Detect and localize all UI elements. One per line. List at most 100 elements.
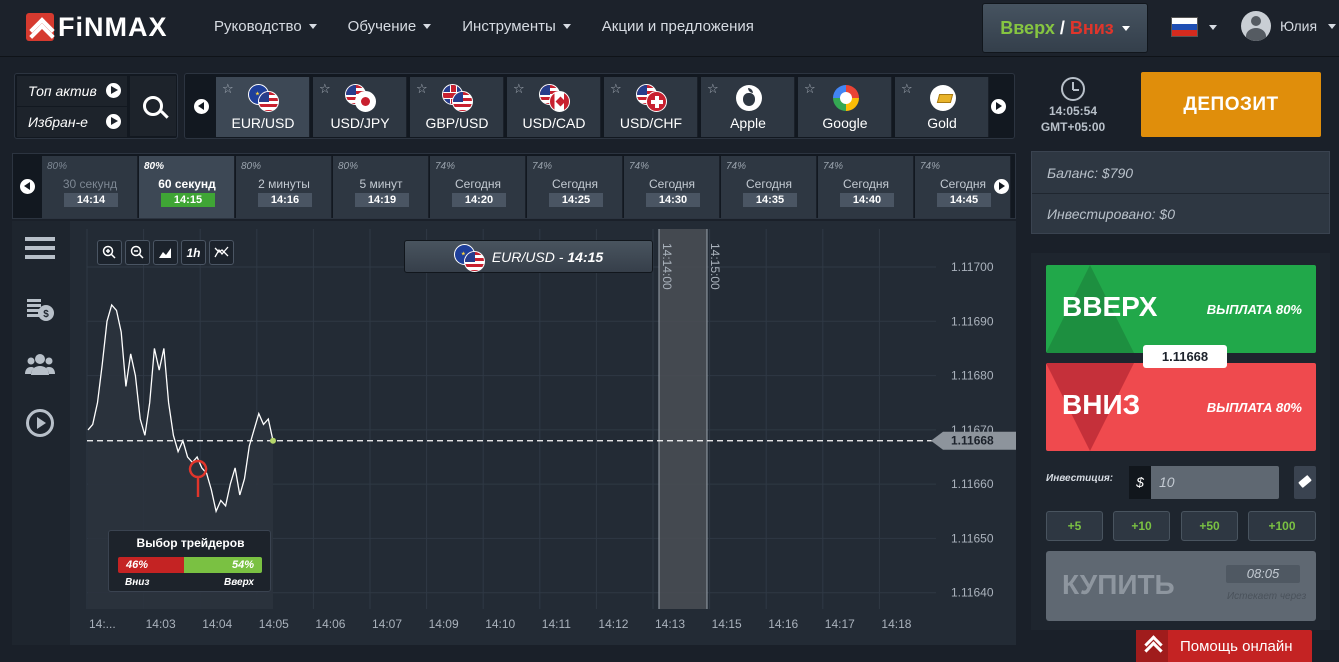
increment-5-button[interactable]: +5 [1046, 511, 1103, 541]
menu-icon[interactable] [25, 237, 55, 267]
down-payout: ВЫПЛАТА 80% [1206, 400, 1302, 415]
nav-item-guide[interactable]: Руководство [214, 18, 317, 35]
investment-value[interactable]: 10 [1159, 474, 1175, 490]
price-chart[interactable]: 14:... 14:03 14:04 14:05 14:06 14:07 14:09 14:1… [70, 221, 1016, 645]
expiry-time: 14:35 [743, 193, 797, 207]
increment-50-button[interactable]: +50 [1181, 511, 1238, 541]
asset-name: USD/CAD [522, 115, 586, 131]
down-label: ВНИЗ [1062, 389, 1141, 420]
timeframe-button[interactable]: 1h [181, 240, 206, 265]
user-menu[interactable]: Юлия [1241, 11, 1337, 41]
expiry-time: 14:16 [258, 193, 312, 207]
expiry-label: Сегодня [455, 177, 501, 191]
expiry-option[interactable]: 80% 5 минут 14:19 [333, 156, 429, 218]
coins-icon[interactable]: $ [25, 293, 55, 323]
put-down-button[interactable]: ВНИЗ ВЫПЛАТА 80% [1046, 363, 1316, 451]
arrow-right-icon [990, 98, 1006, 114]
star-icon[interactable]: ☆ [610, 81, 622, 97]
arrow-left-icon [19, 178, 35, 194]
eu-us-flags-icon [453, 243, 486, 272]
chart-asset-selector[interactable]: EUR/USD -14:15 [404, 240, 653, 273]
star-icon[interactable]: ☆ [707, 81, 719, 97]
star-icon[interactable]: ☆ [901, 81, 913, 97]
users-icon[interactable] [25, 350, 55, 380]
expiry-option[interactable]: 80% 30 секунд 14:14 [42, 156, 138, 218]
asset-card-usdcad[interactable]: ☆ USD/CAD [507, 77, 601, 137]
buy-button[interactable]: КУПИТЬ 08:05 Истекает через [1046, 551, 1316, 621]
nav-item-education[interactable]: Обучение [348, 18, 432, 35]
x-tick-label: 14:17 [825, 617, 855, 631]
expiry-payout: 74% [435, 161, 456, 172]
search-icon [143, 96, 163, 116]
star-icon[interactable]: ☆ [416, 81, 428, 97]
top-assets-tab[interactable]: Топ актив [17, 76, 127, 106]
expiry-next-button[interactable] [987, 156, 1015, 216]
eu-us-flags-icon [248, 84, 280, 112]
asset-card-apple[interactable]: ☆ Apple [701, 77, 795, 137]
asset-card-usdchf[interactable]: ☆ USD/CHF [604, 77, 698, 137]
assets-prev-button[interactable] [187, 76, 215, 136]
online-help-button[interactable]: Помощь онлайн [1136, 630, 1312, 662]
asset-name: USD/CHF [619, 115, 683, 131]
asset-card-google[interactable]: ☆ Google [798, 77, 892, 137]
star-icon[interactable]: ☆ [513, 81, 525, 97]
expiry-payout: 80% [338, 161, 359, 172]
call-up-button[interactable]: ВВЕРХ ВЫПЛАТА 80% [1046, 265, 1316, 353]
expiry-option[interactable]: 80% 60 секунд 14:15 [139, 156, 235, 218]
star-icon[interactable]: ☆ [804, 81, 816, 97]
nav-item-promotions[interactable]: Акции и предложения [602, 18, 754, 35]
expiry-option[interactable]: 74% Сегодня 14:35 [721, 156, 817, 218]
brand-logo[interactable]: FiNMAX [26, 12, 168, 42]
expiry-prev-button[interactable] [13, 156, 41, 216]
current-price-label: 1.11668 [951, 434, 994, 448]
zoom-in-button[interactable] [97, 240, 122, 265]
asset-card-usdjpy[interactable]: ☆ USD/JPY [313, 77, 407, 137]
increment-100-button[interactable]: +100 [1248, 511, 1316, 541]
trade-panel: ВВЕРХ ВЫПЛАТА 80% ВНИЗ ВЫПЛАТА 80% 1.116… [1031, 253, 1330, 630]
y-tick-label: 1.11680 [951, 369, 994, 383]
chart-type-button[interactable] [153, 240, 178, 265]
x-tick-label: 14:13 [655, 617, 685, 631]
clear-investment-button[interactable] [1294, 466, 1316, 499]
assets-next-button[interactable] [984, 76, 1012, 136]
expiry-option[interactable]: 74% Сегодня 14:25 [527, 156, 623, 218]
expiry-label: Сегодня [649, 177, 695, 191]
zoom-out-button[interactable] [125, 240, 150, 265]
investment-field[interactable]: $ 10 [1129, 466, 1279, 499]
indicators-button[interactable] [209, 240, 234, 265]
asset-name: GBP/USD [425, 115, 489, 131]
logo-icon [26, 13, 54, 41]
us-ch-flags-icon [636, 84, 668, 112]
expiry-time: 14:25 [549, 193, 603, 207]
favorites-tab[interactable]: Избран-е [17, 107, 127, 137]
sentiment-title: Выбор трейдеров [136, 536, 245, 550]
x-tick-label: 14:06 [315, 617, 345, 631]
invested-text: Инвестировано: $0 [1047, 206, 1175, 222]
nav-item-tools[interactable]: Инструменты [462, 18, 571, 35]
asset-search-button[interactable] [130, 76, 176, 136]
area-chart-icon [159, 248, 171, 258]
asset-card-gold[interactable]: ☆ Gold [895, 77, 989, 137]
increment-10-button[interactable]: +10 [1113, 511, 1170, 541]
star-icon[interactable]: ☆ [319, 81, 331, 97]
trade-mode-dropdown[interactable]: Вверх / Вниз [982, 3, 1148, 53]
deposit-button[interactable]: ДЕПОЗИТ [1141, 72, 1321, 137]
language-selector[interactable] [1171, 17, 1217, 37]
buy-label: КУПИТЬ [1062, 569, 1175, 600]
sentiment-down-label: Вниз [125, 577, 150, 588]
expiry-option[interactable]: 80% 2 минуты 14:16 [236, 156, 332, 218]
asset-card-gbpusd[interactable]: ☆ GBP/USD [410, 77, 504, 137]
expiry-countdown: 08:05 [1226, 565, 1300, 583]
chevron-down-icon [423, 24, 432, 29]
play-video-icon[interactable] [25, 408, 55, 438]
expiry-option[interactable]: 74% Сегодня 14:40 [818, 156, 914, 218]
clock-icon [1061, 77, 1085, 101]
expiry-option[interactable]: 74% Сегодня 14:20 [430, 156, 526, 218]
x-tick-label: 14:16 [768, 617, 798, 631]
asset-card-eurusd[interactable]: ☆ EUR/USD [216, 77, 310, 137]
star-icon[interactable]: ☆ [222, 81, 234, 97]
gb-us-flags-icon [442, 84, 474, 112]
nav-item-label: Обучение [347, 18, 417, 35]
x-tick-label: 14:18 [881, 617, 911, 631]
expiry-option[interactable]: 74% Сегодня 14:30 [624, 156, 720, 218]
